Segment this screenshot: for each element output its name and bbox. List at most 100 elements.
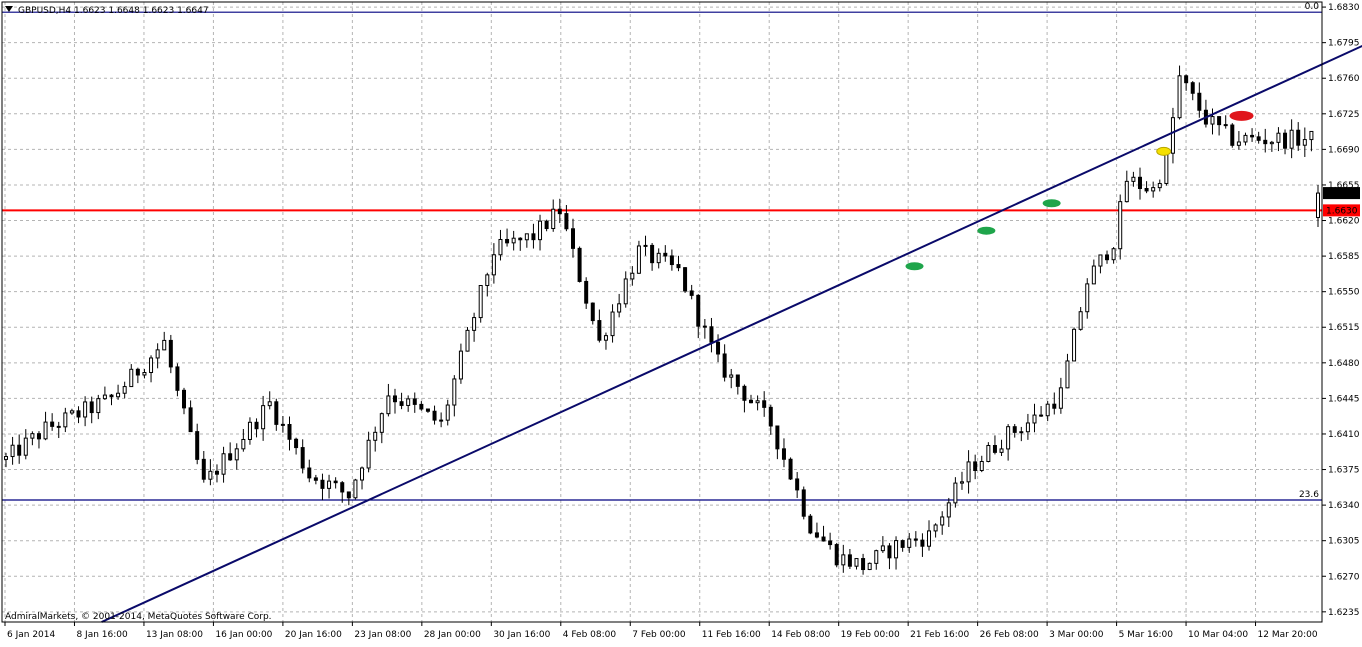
time-tick-label: 30 Jan 16:00 [493,630,550,640]
marker-yellow-break [1156,146,1172,156]
price-tick-label: 1.6690 [1328,145,1360,155]
candle-bull [63,412,68,428]
candle-bear [254,421,259,430]
candle-bull [452,378,457,406]
candle-bull [116,392,121,398]
candle-bull [1078,311,1083,330]
time-tick-label: 11 Feb 16:00 [702,630,761,640]
candle-bear [762,400,767,408]
candle-bull [1177,75,1182,119]
candle-bull [617,303,622,313]
candle-bear [669,255,674,266]
candle-bull [472,317,477,331]
level-label-fib-0: 0.0 [1305,2,1320,12]
candle-bear [274,401,279,425]
price-tick-label: 1.6480 [1328,359,1360,369]
candle-bear [135,368,140,376]
candle-bear [887,545,892,559]
price-tick-label: 1.6340 [1328,501,1360,511]
candle-bull [1006,426,1011,450]
candle-bull [643,244,648,247]
candle-bull [1091,265,1096,285]
candle-bear [788,458,793,480]
copyright-text: AdmiralMarkets, © 2001-2014, MetaQuotes … [5,612,272,622]
candle-bear [188,407,193,433]
candle-bull [1045,403,1050,417]
candle-bull [1157,182,1162,189]
candle-bull [1170,117,1175,154]
candle-bear [716,341,721,355]
time-tick-label: 6 Jan 2014 [7,630,55,640]
candle-bear [1223,124,1228,127]
time-tick-label: 13 Jan 08:00 [146,630,203,640]
candle-bull [623,278,628,305]
candle-bull [636,245,641,274]
candle-bear [696,294,701,327]
price-chart[interactable]: 0.0 23.6 1.6830 1.6795 1.6760 1.6725 1.6690 1.… [0,0,1362,643]
candle-bear [89,401,94,414]
candle-bear [201,458,206,480]
time-tick-label: 3 Mar 00:00 [1049,630,1104,640]
candle-bear [228,453,233,461]
candle-bear [544,220,549,230]
candle-bull [1124,180,1129,203]
candle-bull [234,448,239,461]
candle-bear [340,482,345,493]
candle-bear [294,438,299,449]
candle-bear [920,539,925,547]
time-tick-label: 28 Jan 00:00 [424,630,481,640]
candle-bull [458,350,463,380]
candle-bull [1276,132,1281,143]
candle-bull [874,550,879,564]
candle-bull [142,372,147,376]
candle-bear [1296,129,1301,146]
candle-bull [1065,360,1070,389]
current-price-label: 1.6647 [1326,189,1358,199]
candle-bull [406,398,411,406]
candle-bull [1019,431,1024,434]
candle-bear [1197,92,1202,111]
candle-bull [953,482,958,504]
candle-bull [241,438,246,450]
candle-bull [524,233,529,241]
candle-bull [538,220,543,241]
candle-bear [313,477,318,481]
candle-bull [603,335,608,341]
candle-bull [445,404,450,421]
chart-window[interactable]: 0.0 23.6 1.6830 1.6795 1.6760 1.6725 1.6690 1.… [0,0,1362,643]
candle-bear [1012,426,1017,433]
candle-bull [379,413,384,433]
candle-bear [432,410,437,421]
candle-bear [1190,82,1195,94]
price-tick-label: 1.6445 [1328,394,1360,404]
time-tick-label: 21 Feb 16:00 [910,630,969,640]
candle-bull [1243,134,1248,143]
candle-bull [373,431,378,441]
candle-bear [557,208,562,215]
candle-bear [392,395,397,403]
candle-bear [749,399,754,404]
candle-bull [966,461,971,483]
candle-bull [1210,116,1215,125]
time-tick-label: 8 Jan 16:00 [76,630,128,640]
candle-bear [795,478,800,491]
support-price-label: 1.6630 [1326,206,1358,216]
chart-background [0,0,1362,643]
candle-bull [478,285,483,319]
candle-bear [1230,124,1235,146]
candle-bear [1105,254,1110,261]
candle-bull [551,208,556,230]
candle-bear [195,431,200,460]
candle-bear [287,424,292,440]
candle-bear [518,237,523,241]
candle-bull [1118,201,1123,250]
candle-bear [577,247,582,282]
price-tick-label: 1.6795 [1328,39,1360,49]
candle-bull [1316,192,1320,218]
candle-bull [656,252,661,264]
candle-bull [729,374,734,378]
candle-bull [149,357,154,374]
price-tick-label: 1.6305 [1328,537,1360,547]
candle-bull [327,480,332,489]
candle-bull [96,398,101,414]
